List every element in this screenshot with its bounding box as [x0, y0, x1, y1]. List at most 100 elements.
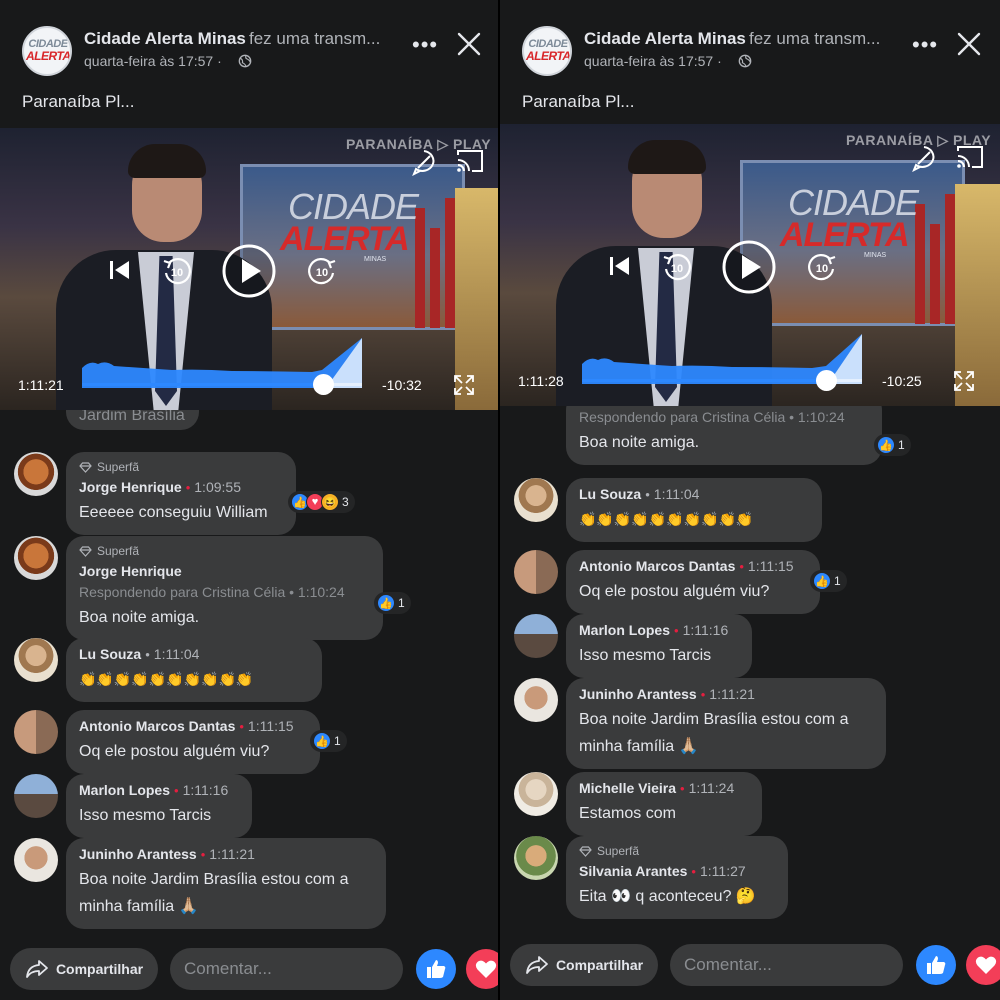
forward-10-icon[interactable]: 10: [806, 251, 838, 283]
skip-previous-icon[interactable]: [608, 254, 632, 278]
comment-author[interactable]: Jorge Henrique: [79, 563, 182, 579]
scrubber-knob[interactable]: [815, 370, 837, 391]
page-name[interactable]: Cidade Alerta Minas: [84, 29, 246, 49]
page-avatar[interactable]: CIDADE ALERTA: [522, 26, 572, 76]
progress-bar[interactable]: [582, 370, 862, 391]
forward-10-icon[interactable]: 10: [306, 255, 338, 287]
comment-time[interactable]: 1:11:16: [183, 782, 229, 798]
share-button[interactable]: Compartilhar: [510, 944, 658, 986]
comment-bubble[interactable]: Marlon Lopes • 1:11:16 Isso mesmo Tarcis: [566, 614, 752, 678]
post-time[interactable]: quarta-feira às 17:57 ·: [584, 53, 722, 69]
reaction-summary[interactable]: 👍 1: [374, 592, 411, 614]
comment-bubble[interactable]: Michelle Vieira • 1:11:24 Estamos com: [566, 772, 762, 836]
comment-bubble[interactable]: Lu Souza • 1:11:04 👏👏👏👏👏👏👏👏👏👏: [66, 638, 322, 702]
love-button[interactable]: [966, 945, 1000, 985]
comments-list[interactable]: Respondendo para Cristina Célia • 1:10:2…: [500, 406, 1000, 936]
reaction-summary[interactable]: 👍 1: [874, 434, 911, 456]
comment-bubble[interactable]: Respondendo para Cristina Célia • 1:10:2…: [566, 406, 882, 465]
chat-bubble-off-icon[interactable]: [410, 148, 438, 176]
reaction-count: 1: [398, 596, 405, 610]
video-player[interactable]: CIDADE ALERTA MINAS PARANAÍBA ▷ PLAY 10 …: [500, 124, 1000, 406]
avatar[interactable]: [514, 678, 558, 722]
rewind-10-icon[interactable]: 10: [661, 251, 693, 283]
comment-bubble[interactable]: Antonio Marcos Dantas • 1:11:15 Oq ele pos…: [66, 710, 320, 774]
close-icon[interactable]: [455, 30, 483, 58]
avatar[interactable]: [514, 836, 558, 880]
comment-time[interactable]: 1:11:04: [154, 646, 200, 662]
comment-author[interactable]: Marlon Lopes: [79, 782, 170, 798]
close-icon[interactable]: [955, 30, 983, 58]
comment-bubble[interactable]: Marlon Lopes • 1:11:16 Isso mesmo Tarcis: [66, 774, 252, 838]
chat-bubble-off-icon[interactable]: [910, 144, 938, 172]
cast-icon[interactable]: [955, 144, 985, 170]
comment-time[interactable]: 1:11:21: [709, 686, 755, 702]
comment-author[interactable]: Jorge Henrique: [79, 479, 182, 495]
comment-author[interactable]: Marlon Lopes: [579, 622, 670, 638]
comment-author[interactable]: Michelle Vieira: [579, 780, 676, 796]
page-avatar[interactable]: CIDADE ALERTA: [22, 26, 72, 76]
comment-time[interactable]: 1:11:15: [748, 558, 794, 574]
like-button[interactable]: [416, 949, 456, 989]
avatar[interactable]: [14, 638, 58, 682]
avatar[interactable]: [14, 710, 58, 754]
reaction-summary[interactable]: 👍 1: [310, 730, 347, 752]
reaction-summary[interactable]: 👍 ♥ 😆 3: [288, 491, 355, 513]
play-button[interactable]: [721, 239, 777, 295]
comment-time[interactable]: 1:11:27: [700, 863, 746, 879]
avatar[interactable]: [514, 614, 558, 658]
comment-author[interactable]: Juninho Arantess: [79, 846, 197, 862]
avatar[interactable]: [14, 452, 58, 496]
video-player[interactable]: CIDADE ALERTA MINAS PARANAÍBA ▷ PLAY 10 …: [0, 128, 500, 410]
share-button[interactable]: Compartilhar: [10, 948, 158, 990]
love-button[interactable]: [466, 949, 500, 989]
play-button[interactable]: [221, 243, 277, 299]
decor-bar: [445, 198, 455, 328]
comment-bubble[interactable]: Superfã Jorge Henrique • 1:09:55 Eeeeee co…: [66, 452, 296, 535]
avatar[interactable]: [514, 772, 558, 816]
post-time[interactable]: quarta-feira às 17:57 ·: [84, 53, 222, 69]
comment-input[interactable]: Comentar...: [670, 944, 903, 986]
cast-icon[interactable]: [455, 148, 485, 174]
comment-author[interactable]: Silvania Arantes: [579, 863, 687, 879]
post-text[interactable]: Paranaíba Pl...: [22, 92, 134, 112]
comment-author[interactable]: Antonio Marcos Dantas: [79, 718, 235, 734]
comment-time[interactable]: 1:11:04: [654, 486, 700, 502]
like-button[interactable]: [916, 945, 956, 985]
comment-author[interactable]: Lu Souza: [579, 486, 641, 502]
screen-title-minas: MINAS: [864, 252, 887, 259]
avatar[interactable]: [14, 774, 58, 818]
comment-author[interactable]: Antonio Marcos Dantas: [579, 558, 735, 574]
comment-author[interactable]: Juninho Arantess: [579, 686, 697, 702]
progress-fill: [82, 383, 323, 386]
fullscreen-icon[interactable]: [452, 373, 476, 397]
reaction-summary[interactable]: 👍 1: [810, 570, 847, 592]
comment-author[interactable]: Lu Souza: [79, 646, 141, 662]
comment-bubble[interactable]: Superfã Jorge Henrique Respondendo para …: [66, 536, 383, 640]
comment-bubble[interactable]: Antonio Marcos Dantas • 1:11:15 Oq ele pos…: [566, 550, 820, 614]
comment-bubble[interactable]: Lu Souza • 1:11:04 👏👏👏👏👏👏👏👏👏👏: [566, 478, 822, 542]
post-text[interactable]: Paranaíba Pl...: [522, 92, 634, 112]
comment-time[interactable]: 1:11:24: [689, 780, 735, 796]
avatar[interactable]: [514, 550, 558, 594]
more-options-icon[interactable]: •••: [912, 34, 938, 56]
more-options-icon[interactable]: •••: [412, 34, 438, 56]
page-name[interactable]: Cidade Alerta Minas: [584, 29, 746, 49]
comment-bubble[interactable]: Juninho Arantess • 1:11:21 Boa noite Jardi…: [566, 678, 886, 769]
avatar[interactable]: [14, 536, 58, 580]
avatar[interactable]: [14, 838, 58, 882]
avatar[interactable]: [514, 478, 558, 522]
progress-bar[interactable]: [82, 374, 362, 395]
comment-input[interactable]: Comentar...: [170, 948, 403, 990]
comments-list[interactable]: Jardim Brasília Superfã Jorge Henrique • 1…: [0, 410, 500, 940]
comment-time[interactable]: 1:11:21: [209, 846, 255, 862]
scrubber-knob[interactable]: [312, 374, 334, 395]
comment-time[interactable]: 1:11:15: [248, 718, 294, 734]
rewind-10-icon[interactable]: 10: [161, 255, 193, 287]
comment-bubble[interactable]: Superfã Silvania Arantes • 1:11:27 Eita 👀 …: [566, 836, 788, 919]
svg-text:10: 10: [171, 267, 183, 279]
fullscreen-icon[interactable]: [952, 369, 976, 393]
comment-time[interactable]: 1:09:55: [194, 479, 241, 495]
comment-time[interactable]: 1:11:16: [683, 622, 729, 638]
skip-previous-icon[interactable]: [108, 258, 132, 282]
comment-bubble[interactable]: Juninho Arantess • 1:11:21 Boa noite Jardi…: [66, 838, 386, 929]
